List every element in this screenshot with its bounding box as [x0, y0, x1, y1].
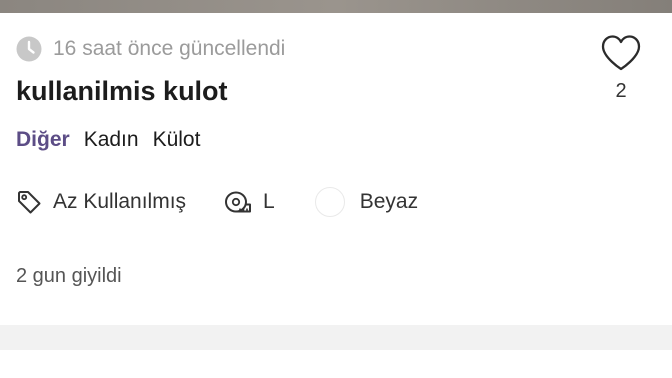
next-section	[0, 350, 672, 378]
category-breadcrumb: Diğer Kadın Külot	[16, 128, 200, 152]
like-count: 2	[615, 80, 627, 102]
product-photo-edge[interactable]	[0, 0, 672, 13]
color-label: Beyaz	[359, 190, 419, 213]
updated-timestamp: 16 saat önce güncellendi	[53, 37, 286, 60]
size-label: L	[263, 190, 275, 213]
condition-label: Az Kullanılmış	[53, 190, 187, 213]
category-link-diger[interactable]: Diğer	[16, 128, 70, 152]
listing-description: 2 gun giyildi	[16, 265, 122, 287]
updated-row: 16 saat önce güncellendi	[16, 36, 285, 62]
clock-icon	[16, 36, 42, 62]
category-kadin[interactable]: Kadın	[84, 128, 139, 152]
attribute-row: Az Kullanılmış L Beyaz	[16, 186, 418, 218]
color-swatch	[314, 187, 345, 217]
heart-icon[interactable]	[600, 34, 642, 72]
measuring-tape-icon	[225, 191, 252, 213]
size-attribute: L	[224, 190, 275, 214]
tag-icon	[18, 191, 41, 214]
section-divider	[0, 325, 672, 350]
listing-title: kullanilmis kulot	[16, 76, 228, 106]
condition-attribute: Az Kullanılmış	[16, 189, 186, 215]
color-attribute: Beyaz	[314, 187, 419, 217]
like-button[interactable]: 2	[598, 34, 644, 103]
category-kulot[interactable]: Külot	[153, 128, 201, 152]
